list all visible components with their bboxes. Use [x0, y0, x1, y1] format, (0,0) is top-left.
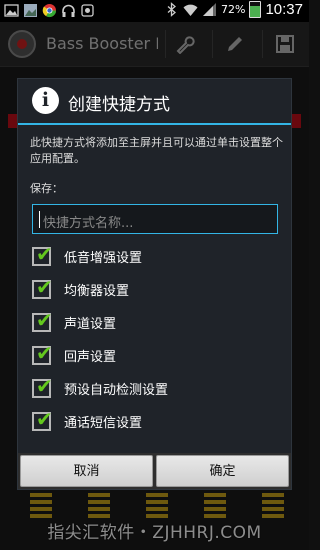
option-channel[interactable]: ✔ 声道设置: [32, 308, 116, 336]
option-preset-autodetect[interactable]: ✔ 预设自动检测设置: [32, 374, 168, 402]
checkbox[interactable]: ✔: [32, 307, 53, 332]
wifi-icon: [183, 4, 198, 16]
dialog-title: 创建快捷方式: [68, 95, 170, 115]
option-bass-boost[interactable]: ✔ 低音增强设置: [32, 242, 142, 270]
option-echo[interactable]: ✔ 回声设置: [32, 341, 116, 369]
option-label: 低音增强设置: [64, 250, 143, 266]
save-label: 保存：: [30, 182, 63, 195]
dialog-description: 此快捷方式将添加至主屏并且可以通过单击设置整个应用配置。: [30, 136, 283, 165]
checkbox[interactable]: ✔: [32, 406, 53, 431]
option-label: 回声设置: [64, 349, 117, 365]
cancel-button[interactable]: 取消: [20, 455, 153, 487]
checkbox[interactable]: ✔: [32, 241, 53, 266]
check-icon: ✔: [36, 241, 53, 266]
status-bar: 72% 10:37: [0, 0, 309, 22]
text-caret: [39, 211, 40, 228]
headphones-icon: [62, 4, 75, 17]
check-icon: ✔: [36, 274, 53, 299]
option-equalizer[interactable]: ✔ 均衡器设置: [32, 275, 129, 303]
notification-icons: [4, 3, 95, 18]
shortcut-name-placeholder: 快捷方式名称...: [43, 216, 134, 231]
create-shortcut-dialog: i 创建快捷方式 此快捷方式将添加至主屏并且可以通过单击设置整个应用配置。 保存…: [17, 78, 292, 490]
option-label: 均衡器设置: [64, 283, 130, 299]
checkbox[interactable]: ✔: [32, 274, 53, 299]
check-icon: ✔: [36, 340, 53, 365]
dialog-buttons: 取消 确定: [18, 453, 291, 489]
notification-icon: [81, 4, 94, 17]
info-icon: i: [32, 87, 59, 114]
clock: 10:37: [265, 1, 303, 18]
checkbox[interactable]: ✔: [32, 373, 53, 398]
dialog-header: i 创建快捷方式: [18, 79, 291, 125]
chrome-icon: [42, 4, 57, 18]
bluetooth-icon: [167, 2, 176, 17]
shortcut-name-input[interactable]: 快捷方式名称...: [32, 204, 278, 234]
checkbox[interactable]: ✔: [32, 340, 53, 365]
option-label: 通话短信设置: [64, 415, 143, 431]
option-call-sms[interactable]: ✔ 通话短信设置: [32, 407, 142, 435]
signal-icon: [203, 3, 216, 16]
check-icon: ✔: [36, 406, 53, 431]
battery-percent: 72%: [221, 3, 246, 16]
gallery-icon: [24, 4, 37, 17]
option-label: 预设自动检测设置: [64, 382, 169, 398]
battery-icon: [249, 1, 262, 18]
ok-button[interactable]: 确定: [156, 455, 289, 487]
system-icons: 72% 10:37: [164, 1, 303, 18]
check-icon: ✔: [36, 307, 53, 332]
option-label: 声道设置: [64, 316, 117, 332]
check-icon: ✔: [36, 373, 53, 398]
image-icon: [4, 4, 19, 17]
